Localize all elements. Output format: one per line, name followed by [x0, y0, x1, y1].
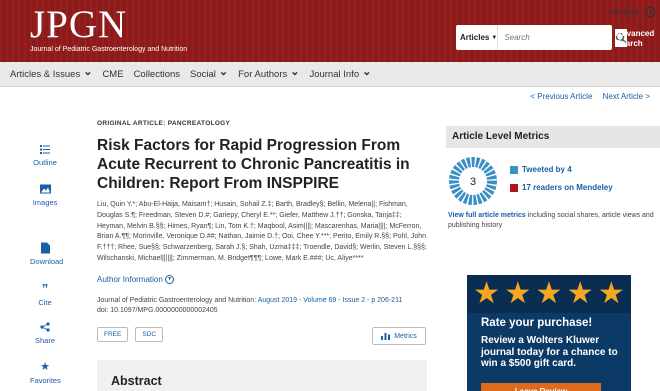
metric-tweets[interactable]: Tweeted by 4 [510, 165, 572, 174]
history-icon [644, 6, 656, 18]
next-article-link[interactable]: Next Article > [603, 92, 650, 101]
chevron-down-icon: ⌄ [83, 65, 93, 78]
ad-star-rating: ★ ★ ★ ★ ★ [467, 275, 631, 313]
nav-item-collections[interactable]: Collections [134, 69, 180, 80]
nav-item-label: For Authors [238, 68, 288, 80]
metrics-panel-header: Article Level Metrics [446, 126, 660, 148]
previous-article-link[interactable]: < Previous Article [530, 92, 592, 101]
access-badges: FREE SDC [97, 327, 164, 342]
star-icon: ★ [473, 277, 501, 310]
article-type: ORIGINAL ARTICLE: PANCREATOLOGY [97, 120, 231, 127]
advanced-search-link[interactable]: Advanced Search [616, 29, 656, 49]
rail-share-label: Share [34, 336, 55, 345]
star-icon: ★ [40, 361, 50, 373]
history-button[interactable]: History [609, 6, 656, 18]
journal-logo-subtitle: Journal of Pediatric Gastroenterology an… [30, 46, 188, 53]
article-pager: < Previous Article Next Article > [522, 92, 650, 101]
download-icon [40, 242, 50, 254]
advertisement[interactable]: ★ ★ ★ ★ ★ Rate your purchase! Review a W… [467, 275, 631, 391]
altmetric-donut-graphic: 3 [449, 157, 497, 205]
ad-cta-button[interactable]: Leave Review [481, 383, 601, 391]
bar-chart-icon [381, 333, 391, 340]
star-icon: ★ [597, 277, 625, 310]
article-title: Risk Factors for Rapid Progression From … [97, 137, 410, 192]
abstract-heading: Abstract [111, 374, 162, 388]
author-list: Liu, Quin Y.*; Abu-El-Haija, Maisam†; Hu… [97, 201, 427, 262]
nav-item-cme[interactable]: CME [102, 69, 123, 80]
rail-outline[interactable]: Outline [30, 143, 60, 167]
search-bar: Articles ▼ [456, 25, 628, 50]
star-icon: ★ [566, 277, 594, 310]
outline-icon [40, 145, 50, 154]
rail-download-label: Download [30, 257, 64, 266]
nav-item-label: Articles & Issues [10, 68, 81, 80]
tweets-label: Tweeted by 4 [522, 165, 572, 174]
nav-item-label: CME [102, 68, 124, 80]
site-header: JPGN Journal of Pediatric Gastroenterolo… [0, 0, 660, 62]
free-badge: FREE [97, 327, 129, 342]
metrics-button[interactable]: Metrics [372, 327, 426, 345]
nav-item-journal-info[interactable]: Journal Info ⌄ [309, 65, 372, 81]
nav-item-label: Journal Info [309, 68, 360, 80]
nav-item-social[interactable]: Social ⌄ [190, 65, 229, 81]
nav-item-for-authors[interactable]: For Authors ⌄ [238, 65, 300, 81]
main-nav: Articles & Issues ⌄ CME Collections Social ⌄ F… [0, 62, 660, 87]
share-icon [40, 322, 50, 332]
chevron-down-icon: ⌄ [290, 65, 300, 78]
author-information-toggle[interactable]: Author Information ▼ [97, 275, 175, 285]
sdc-badge[interactable]: SDC [135, 327, 164, 342]
metrics-label: Metrics [394, 332, 417, 340]
view-full-metrics-link[interactable]: View full article metrics [448, 212, 526, 219]
citation: Journal of Pediatric Gastroenterology an… [97, 296, 437, 316]
mendeley-label: 17 readers on Mendeley [522, 183, 613, 192]
chevron-down-icon: ▼ [491, 34, 498, 41]
abstract-section: Abstract [97, 360, 427, 391]
search-scope-select[interactable]: Articles ▼ [456, 25, 499, 50]
nav-item-label: Social [190, 68, 216, 80]
mendeley-swatch [510, 183, 518, 192]
altmetric-donut[interactable]: 3 [448, 156, 498, 206]
metric-mendeley[interactable]: 17 readers on Mendeley [510, 183, 613, 192]
images-icon [39, 184, 51, 194]
citation-issue-link[interactable]: August 2019 - Volume 69 - Issue 2 - p 20… [258, 297, 403, 304]
journal-logo[interactable]: JPGN [30, 5, 127, 45]
rail-cite[interactable]: ” Cite [30, 281, 60, 307]
rail-cite-label: Cite [38, 298, 52, 307]
rail-outline-label: Outline [33, 158, 57, 167]
rail-favorites[interactable]: ★ Favorites [30, 361, 61, 385]
chevron-down-icon: ⌄ [218, 65, 229, 78]
nav-item-label: Collections [133, 68, 181, 80]
search-scope-label: Articles [460, 33, 490, 42]
rail-share[interactable]: Share [30, 321, 60, 345]
nav-item-articles-issues[interactable]: Articles & Issues ⌄ [10, 65, 93, 81]
quote-icon: ” [41, 281, 49, 296]
rail-images[interactable]: Images [30, 183, 60, 207]
metrics-description: View full article metrics including soci… [448, 211, 656, 231]
star-icon: ★ [504, 277, 532, 310]
search-input[interactable] [498, 33, 616, 42]
doi: doi: 10.1097/MPG.0000000000002405 [97, 307, 218, 314]
ad-body: Review a Wolters Kluwer journal today fo… [481, 335, 618, 369]
star-icon: ★ [535, 277, 563, 310]
chevron-down-icon: ⌄ [362, 65, 372, 78]
author-information-label: Author Information [97, 275, 163, 284]
chevron-down-icon: ▼ [165, 275, 175, 285]
history-label: History [609, 6, 639, 18]
citation-journal: Journal of Pediatric Gastroenterology an… [97, 297, 258, 304]
rail-images-label: Images [32, 198, 58, 207]
ad-headline: Rate your purchase! [481, 317, 593, 329]
rail-download[interactable]: Download [30, 242, 64, 266]
metrics-panel-title: Article Level Metrics [452, 131, 550, 142]
tweets-swatch [510, 165, 518, 174]
rail-favorites-label: Favorites [30, 376, 61, 385]
altmetric-score: 3 [470, 176, 476, 188]
